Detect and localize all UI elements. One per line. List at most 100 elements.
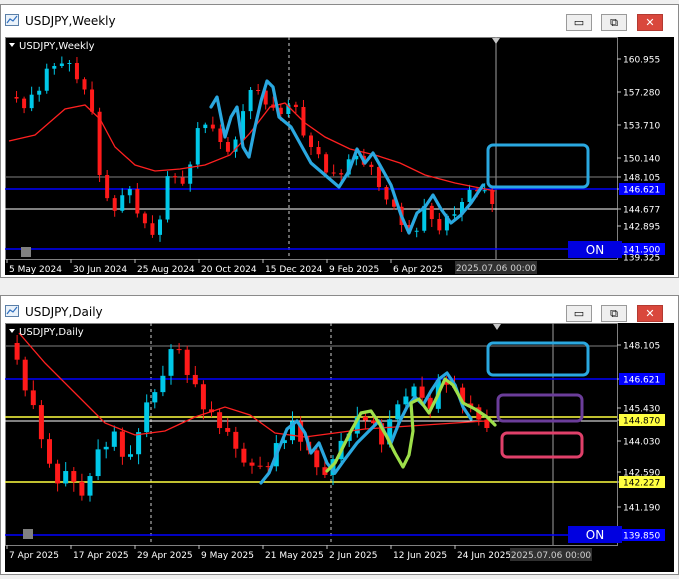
price-label: 153.710 (623, 122, 660, 132)
date-label: 6 Apr 2025 (393, 265, 443, 275)
date-label: 20 Oct 2024 (201, 265, 257, 275)
candle (87, 476, 93, 496)
restore-button[interactable]: ⧉ (601, 305, 627, 322)
price-label: 141.190 (623, 504, 660, 514)
daily-chart-window[interactable]: USDJPY,Daily ▭ ⧉ ✕ 148.105 146.621 145.430… (0, 295, 679, 575)
daily-chart-area[interactable]: 148.105 146.621 145.430 144.870 144.030 142.5… (5, 323, 674, 572)
daily-on-label: ON (586, 528, 604, 542)
candle (203, 124, 208, 129)
candle (217, 412, 223, 429)
price-label: 142.227 (623, 479, 660, 489)
candle (160, 375, 166, 393)
candle (176, 349, 182, 351)
candle (331, 172, 336, 174)
candle (403, 396, 409, 405)
candle (14, 343, 20, 360)
candle (314, 450, 320, 468)
candle (52, 66, 57, 69)
price-label: 150.140 (623, 155, 660, 165)
weekly-date-axis: 5 May 2024 30 Jun 2024 25 Aug 2024 20 Oct 2… (6, 259, 443, 275)
candle (71, 471, 77, 482)
weekly-on-label: ON (586, 243, 604, 257)
daily-chart[interactable]: 148.105146.621145.430144.870144.030142.5… (5, 323, 674, 572)
candle (136, 432, 142, 455)
weekly-chart-area[interactable]: 160.955 157.280 153.710 150.140 148.105 146.6… (5, 37, 674, 275)
candle (414, 230, 419, 232)
date-label: 7 Apr 2025 (9, 551, 59, 561)
candle (63, 471, 69, 484)
candle (22, 98, 27, 109)
candle (257, 465, 263, 467)
price-label: 139.325 (623, 254, 660, 264)
daily-candles (14, 335, 490, 502)
candle (490, 190, 495, 204)
restore-icon: ⧉ (610, 306, 618, 320)
candle (324, 154, 329, 173)
candle (120, 195, 125, 211)
price-label: 145.430 (623, 405, 660, 415)
candle (103, 446, 109, 450)
weekly-window-title: USDJPY,Weekly (25, 14, 116, 28)
weekly-chart-label: USDJPY,Weekly (19, 41, 95, 52)
close-icon: ✕ (645, 16, 655, 29)
candle (30, 390, 36, 406)
daily-label-marker-icon (9, 329, 15, 333)
daily-upper-target-box (486, 341, 590, 377)
weekly-target-box (486, 143, 590, 189)
close-button[interactable]: ✕ (637, 14, 663, 31)
weekly-chart[interactable]: 160.955 157.280 153.710 150.140 148.105 146.6… (5, 37, 674, 275)
candle (467, 189, 472, 202)
candle (241, 448, 247, 463)
candle (82, 79, 87, 90)
candle (180, 177, 185, 184)
candle (112, 198, 117, 211)
candle (376, 167, 381, 188)
daily-cursor-date: 2025.07.06 00:00 (511, 551, 592, 561)
date-label: 17 Apr 2025 (73, 551, 129, 561)
daily-shift-marker-icon[interactable] (493, 324, 501, 330)
candle (14, 97, 19, 99)
weekly-label-marker-icon (9, 43, 15, 47)
candle (210, 124, 215, 129)
price-label: 160.955 (623, 56, 660, 66)
date-label: 5 May 2024 (9, 265, 62, 275)
date-label: 30 Jun 2024 (73, 265, 127, 275)
date-label: 21 May 2025 (265, 551, 324, 561)
candle (256, 90, 261, 91)
daily-annotations (259, 341, 590, 485)
close-button[interactable]: ✕ (637, 305, 663, 322)
candle (67, 63, 72, 64)
date-label: 9 Feb 2025 (329, 265, 379, 275)
candle (59, 63, 64, 66)
candle (225, 428, 231, 432)
minimize-icon: ▭ (573, 307, 585, 320)
candle (55, 463, 61, 484)
candle (395, 404, 401, 420)
minimize-button[interactable]: ▭ (566, 14, 592, 31)
candle (225, 142, 230, 152)
weekly-price-axis: 160.955 157.280 153.710 150.140 148.105 146.6… (617, 56, 665, 264)
candle (482, 190, 487, 192)
restore-icon: ⧉ (610, 15, 618, 29)
candle (128, 454, 133, 457)
candle (316, 147, 321, 155)
minimize-button[interactable]: ▭ (566, 305, 592, 322)
weekly-titlebar[interactable]: USDJPY,Weekly ▭ ⧉ ✕ (1, 5, 678, 37)
date-label: 2 Jun 2025 (329, 551, 377, 561)
price-label: 144.870 (623, 417, 660, 427)
candle (249, 462, 255, 466)
candle (173, 176, 178, 178)
candle (142, 213, 147, 224)
weekly-shift-marker-icon[interactable] (492, 38, 500, 44)
chart-window-icon (5, 14, 19, 26)
candle (135, 189, 140, 214)
minimize-icon: ▭ (573, 16, 585, 29)
candle (184, 349, 190, 375)
candle (192, 374, 198, 385)
weekly-chart-window[interactable]: USDJPY,Weekly ▭ ⧉ ✕ 160.955 157.280 153.71… (0, 4, 679, 278)
daily-lower-target-box (500, 431, 584, 459)
restore-button[interactable]: ⧉ (601, 14, 627, 31)
candle (362, 416, 368, 421)
candle (248, 90, 253, 112)
daily-period-marker-icon (23, 529, 33, 539)
